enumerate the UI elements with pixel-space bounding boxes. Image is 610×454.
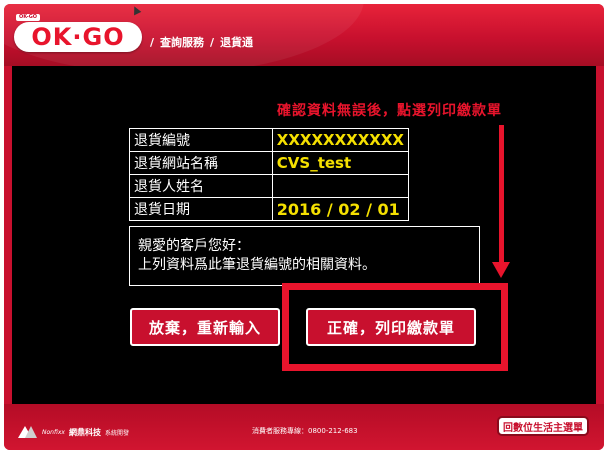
breadcrumb-separator: / <box>150 35 155 49</box>
logo-text: OK·GO <box>31 23 125 51</box>
breadcrumb-item-query[interactable]: 查詢服務 <box>160 34 204 50</box>
row-value: 2016 / 02 / 01 <box>271 197 410 221</box>
home-menu-button[interactable]: 回數位生活主選單 <box>497 416 589 436</box>
table-row: 退貨日期 2016 / 02 / 01 <box>129 197 410 221</box>
info-message-box: 親愛的客戶您好： 上列資料爲此筆退貨編號的相關資料。 <box>129 226 480 286</box>
footer-dev-label: 系統開發 <box>104 429 129 437</box>
cancel-reenter-button[interactable]: 放棄，重新輸入 <box>130 308 280 346</box>
return-info-table: 退貨編號 XXXXXXXXXXX 退貨網站名稱 CVS_test 退貨人姓名 退… <box>129 128 410 221</box>
row-value: XXXXXXXXXXX <box>271 128 410 152</box>
down-arrow-icon <box>499 125 504 265</box>
row-label: 退貨編號 <box>129 128 273 152</box>
mini-logo-tag: OK-GO <box>16 14 40 21</box>
breadcrumb-item-return: 退貨通 <box>220 36 254 49</box>
row-label: 退貨網站名稱 <box>129 151 273 175</box>
row-label: 退貨日期 <box>129 197 273 221</box>
message-line-greeting: 親愛的客戶您好： <box>138 238 250 254</box>
okgo-logo: OK·GO <box>14 22 142 52</box>
footer-brand-name: Nonfixx <box>42 428 65 436</box>
confirm-print-button[interactable]: 正確，列印繳款單 <box>306 308 476 346</box>
table-row: 退貨編號 XXXXXXXXXXX <box>129 128 410 152</box>
header-bar: OK-GO OK·GO / 查詢服務 / 退貨通 <box>4 4 604 74</box>
service-hotline: 消費者服務專線：0800-212-683 <box>252 427 358 435</box>
footer-company-logo: Nonfixx 網鼎科技 系統開發 <box>18 426 129 438</box>
breadcrumb: / 查詢服務 / 退貨通 <box>150 34 253 50</box>
row-value <box>271 174 410 198</box>
instruction-text: 確認資料無誤後，點選列印繳款單 <box>277 103 502 119</box>
breadcrumb-separator: / <box>210 35 215 49</box>
row-label: 退貨人姓名 <box>129 174 273 198</box>
message-line-body: 上列資料爲此筆退貨編號的相關資料。 <box>138 257 376 273</box>
table-row: 退貨網站名稱 CVS_test <box>129 151 410 175</box>
company-logo-icon <box>18 426 38 438</box>
table-row: 退貨人姓名 <box>129 174 410 198</box>
arrow-head-icon <box>492 262 510 278</box>
row-value: CVS_test <box>271 151 410 175</box>
footer-company-name: 網鼎科技 <box>68 427 101 437</box>
